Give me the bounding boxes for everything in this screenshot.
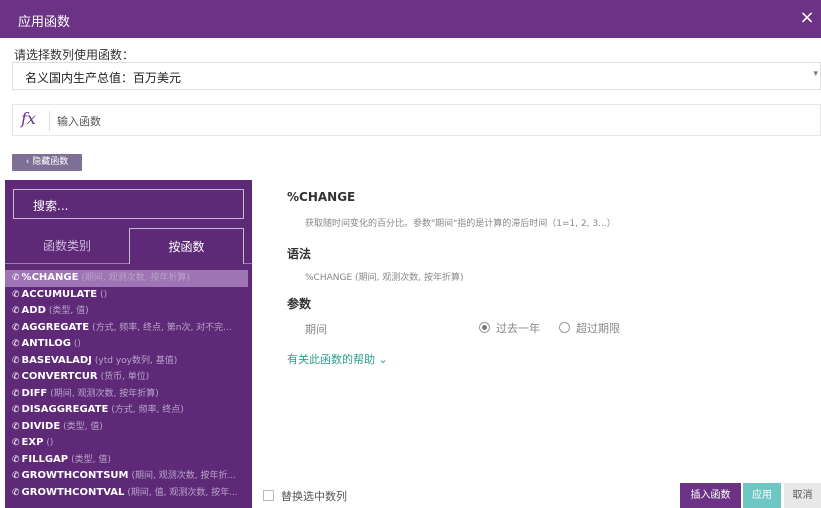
radio-label: 过去一年 [496,322,540,335]
function-params: (方式, 频率, 终点) [111,405,184,415]
function-name: ADD [21,305,46,316]
tag-icon: ✆ [12,273,20,283]
caret-down-icon: ▾ [813,69,818,79]
function-name: CONVERTCUR [21,371,98,382]
function-params: (类型, 值) [48,306,89,316]
function-params: (货币, 单位) [100,372,150,382]
radio-beyond-period[interactable]: 超过期限 [559,320,620,336]
tab-function-category[interactable]: 函数类别 [5,228,129,264]
tag-icon: ✆ [12,306,20,316]
function-name: FILLGAP [21,453,69,465]
function-params: (期间, 值, 观测次数, 按年... [127,487,238,498]
apply-button[interactable]: 应用 [743,483,781,508]
function-params: (类型, 值) [71,454,111,465]
tag-icon: ✆ [12,438,20,448]
function-params: () [46,438,54,448]
function-name: DIFF [21,387,48,399]
formula-bar: fx [12,104,821,136]
params-heading: 参数 [287,297,312,311]
function-name: BASEVALADJ [21,354,92,366]
function-list-item[interactable]: ✆ DIFF (期间, 观测次数, 按年折算) [5,386,252,403]
tab-by-function[interactable]: 按函数 [129,228,244,264]
function-params: (ytd yoy数列, 基值) [94,355,178,366]
tag-icon: ✆ [12,405,20,415]
function-description: 获取随时间变化的百分比。参数"期间"指的是计算的滞后时间（1=1, 2, 3..… [305,219,616,229]
function-params: (期间, 观测次数, 按年折算) [81,273,190,283]
function-list-item[interactable]: ✆ ANTILOG() [5,336,252,353]
replace-series-label: 替换选中数列 [281,490,347,503]
function-title: %CHANGE [287,190,356,204]
replace-series-checkbox[interactable]: 替换选中数列 [263,488,347,504]
function-name: AGGREGATE [21,321,90,333]
function-search-input[interactable]: 搜索... [13,189,244,219]
function-list-item[interactable]: ✆ ADD (类型, 值) [5,303,252,320]
dialog-title: 应用函数 [18,15,71,30]
tag-icon: ✆ [12,355,20,366]
dialog-titlebar: 应用函数 × [0,0,821,38]
function-name: DIVIDE [21,420,61,432]
function-list-item[interactable]: ✆ DISAGGREGATE (方式, 频率, 终点) [5,402,252,419]
function-list-item[interactable]: ✆ DIVIDE (类型, 值) [5,419,252,436]
function-help-link[interactable]: 有关此函数的帮助 ⌄ [287,351,388,367]
function-params: (方式, 频率, 终点, 第n次, 对不完... [92,322,232,333]
tag-icon: ✆ [12,454,20,465]
function-name: ANTILOG [21,338,71,349]
syntax-text: %CHANGE (期间, 观测次数, 按年折算) [305,273,464,283]
tag-icon: ✆ [12,471,20,481]
function-sidebar: 搜索... 函数类别 按函数 ✆ %CHANGE (期间, 观测次数, 按年折算) ✆… [5,180,252,508]
series-select[interactable]: 名义国内生产总值：百万美元 ▾ [12,62,821,90]
function-name: GROWTHCONTSUM [21,470,129,481]
function-name: DISAGGREGATE [21,404,109,415]
checkbox-icon [263,490,274,501]
function-list-item[interactable]: ✆ %CHANGE (期间, 观测次数, 按年折算) [5,270,248,287]
formula-input[interactable] [57,111,797,131]
tag-icon: ✆ [12,372,20,382]
hide-functions-button[interactable]: ‹ 隐藏函数 [12,154,82,171]
function-name: GROWTHCONTVAL [21,486,125,498]
fx-icon: fx [21,109,36,128]
function-list-item[interactable]: ✆ EXP() [5,435,252,452]
series-select-value: 名义国内生产总值：百万美元 [25,71,182,85]
function-list-item[interactable]: ✆ ACCUMULATE() [5,287,252,304]
series-select-label: 请选择数列使用函数： [14,48,135,62]
radio-checked-icon [479,322,490,333]
function-params: (期间, 观测次数, 按年折算) [50,388,159,399]
tag-icon: ✆ [12,339,20,349]
insert-function-button[interactable]: 插入函数 [680,483,741,508]
radio-unchecked-icon [559,322,570,333]
function-list-item[interactable]: ✆ FILLGAP (类型, 值) [5,452,252,469]
function-name: ACCUMULATE [21,288,98,300]
function-params: () [73,339,81,349]
radio-label: 超过期限 [576,322,620,335]
function-params: (期间, 观测次数, 按年折... [131,471,237,481]
function-tabs: 函数类别 按函数 [5,228,252,264]
tag-icon: ✆ [12,289,20,300]
tag-icon: ✆ [12,421,20,432]
function-name: EXP [21,437,44,448]
tag-icon: ✆ [12,487,20,498]
formula-divider [49,111,50,131]
cancel-button[interactable]: 取消 [784,483,821,508]
tag-icon: ✆ [12,388,20,399]
radio-past-year[interactable]: 过去一年 [479,320,540,336]
function-list-item[interactable]: ✆ GROWTHCONTSUM (期间, 观测次数, 按年折... [5,468,252,485]
function-list-item[interactable]: ✆ CONVERTCUR (货币, 单位) [5,369,252,386]
syntax-heading: 语法 [287,247,312,261]
tag-icon: ✆ [12,322,20,333]
close-icon[interactable]: × [797,8,817,28]
function-params: () [100,289,108,300]
function-list: ✆ %CHANGE (期间, 观测次数, 按年折算) ✆ ACCUMULATE() ✆ AD… [5,270,252,501]
param-name: 期间 [305,323,327,336]
function-list-item[interactable]: ✆ BASEVALADJ (ytd yoy数列, 基值) [5,353,252,370]
function-list-item[interactable]: ✆ GROWTHCONTVAL (期间, 值, 观测次数, 按年... [5,485,252,502]
function-params: (类型, 值) [63,421,103,432]
function-name: %CHANGE [21,272,79,283]
tab-underline [244,263,252,264]
function-list-item[interactable]: ✆ AGGREGATE (方式, 频率, 终点, 第n次, 对不完... [5,320,252,337]
